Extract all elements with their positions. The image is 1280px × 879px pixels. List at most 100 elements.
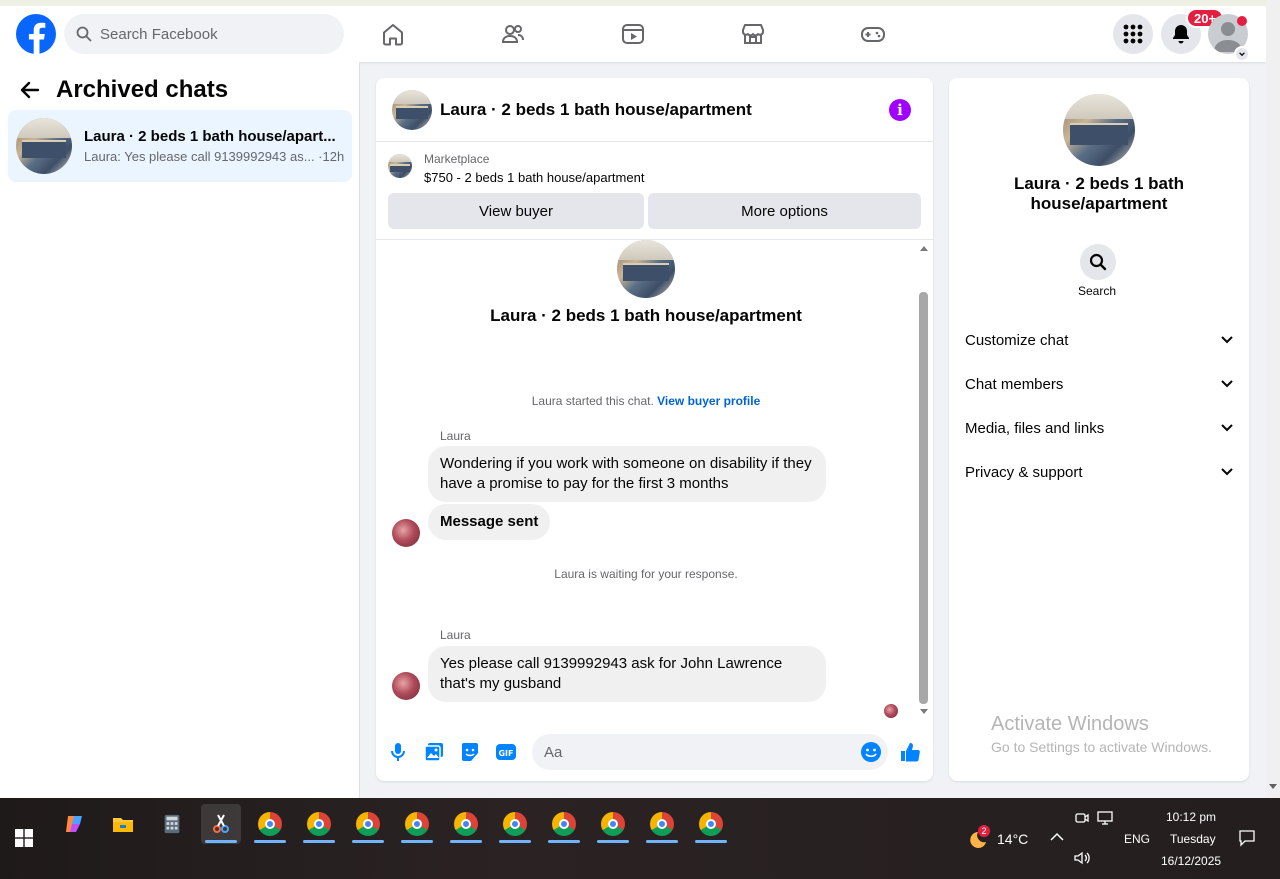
photo-icon[interactable] [422, 740, 446, 764]
language-indicator[interactable]: ENG [1124, 832, 1150, 846]
facebook-logo-icon[interactable] [16, 14, 56, 54]
chrome-profile-icon[interactable] [544, 804, 584, 844]
gaming-icon[interactable] [859, 20, 887, 48]
view-buyer-profile-link[interactable]: View buyer profile [657, 394, 760, 408]
chevron-down-icon [1221, 336, 1233, 344]
chat-members-section[interactable]: Chat members [965, 364, 1233, 404]
listing-mini-thumbnail [388, 154, 412, 178]
message-bubble[interactable]: Wondering if you work with someone on di… [428, 446, 826, 502]
chrome-profile-icon[interactable] [250, 804, 290, 844]
account-chevron-icon[interactable] [1234, 46, 1250, 62]
waiting-notice: Laura is waiting for your response. [554, 567, 738, 581]
sticker-icon[interactable] [458, 740, 482, 764]
search-bar[interactable] [64, 14, 344, 54]
file-explorer-icon[interactable] [103, 804, 143, 844]
chrome-profile-icon[interactable] [495, 804, 535, 844]
volume-icon[interactable] [1073, 850, 1091, 866]
top-navbar: 20+ [0, 0, 1266, 62]
friends-icon[interactable] [499, 20, 527, 48]
scroll-down-icon[interactable] [919, 708, 929, 716]
chrome-profile-icon[interactable] [348, 804, 388, 844]
video-icon[interactable] [619, 20, 647, 48]
header-listing-thumbnail[interactable] [392, 89, 432, 130]
sidebar-header: Archived chats [20, 76, 228, 104]
conversation-panel: Laura · 2 beds 1 bath house/apartment i … [376, 78, 933, 781]
active-app-indicator [205, 840, 237, 843]
chrome-profile-icon[interactable] [397, 804, 437, 844]
menu-grid-button[interactable] [1113, 14, 1153, 54]
chat-scrollbar[interactable] [919, 292, 928, 704]
view-buyer-button[interactable]: View buyer [388, 193, 644, 229]
home-icon[interactable] [379, 20, 407, 48]
svg-text:GIF: GIF [498, 749, 513, 758]
section-label: Chat members [965, 375, 1064, 393]
message-bubble[interactable]: Yes please call 9139992943 ask for John … [428, 646, 826, 702]
section-label: Customize chat [965, 331, 1069, 349]
message-sender: Laura [440, 429, 471, 443]
gif-icon[interactable]: GIF [494, 740, 518, 764]
search-conversation-button[interactable] [1080, 244, 1116, 280]
clock-time[interactable]: 10:12 pm [1166, 810, 1216, 824]
sender-avatar[interactable] [392, 519, 420, 547]
weather-temperature[interactable]: 14°C [997, 831, 1028, 847]
clock-day[interactable]: Tuesday [1170, 832, 1216, 846]
section-label: Privacy & support [965, 463, 1083, 481]
bell-icon [1173, 25, 1189, 44]
message-input[interactable] [532, 734, 888, 770]
chevron-down-icon [1221, 424, 1233, 432]
intro-title: Laura · 2 beds 1 bath house/apartment [490, 306, 802, 325]
listing-thumbnail [16, 118, 72, 174]
chrome-profile-icon[interactable] [446, 804, 486, 844]
seen-receipt-avatar [884, 704, 898, 718]
scroll-up-icon[interactable] [919, 244, 929, 252]
snipping-tool-icon[interactable] [201, 804, 241, 844]
windows-start-icon[interactable] [15, 829, 33, 847]
marketplace-label: Marketplace [424, 152, 490, 166]
network-icon[interactable] [1097, 810, 1115, 826]
meet-camera-icon[interactable] [1074, 810, 1090, 826]
more-options-button[interactable]: More options [648, 193, 921, 229]
search-icon [1089, 253, 1107, 271]
like-thumbs-up-icon[interactable] [898, 740, 922, 764]
microphone-icon[interactable] [386, 740, 410, 764]
chat-item-preview: Laura: Yes please call 9139992943 as... … [84, 149, 345, 164]
page-scrollbar[interactable] [1266, 0, 1280, 798]
copilot-icon[interactable] [54, 804, 94, 844]
details-title: Laura · 2 beds 1 bath house/apartment [1013, 174, 1185, 213]
emoji-icon[interactable] [859, 740, 883, 764]
back-arrow-icon[interactable] [20, 80, 40, 100]
listing-title[interactable]: $750 - 2 beds 1 bath house/apartment [424, 170, 644, 185]
activate-windows-subtitle: Go to Settings to activate Windows. [991, 739, 1212, 755]
info-icon[interactable]: i [889, 99, 911, 121]
page-title: Archived chats [56, 76, 229, 103]
media-files-links-section[interactable]: Media, files and links [965, 408, 1233, 448]
message-sender: Laura [440, 628, 471, 642]
clock-date[interactable]: 16/12/2025 [1161, 854, 1221, 868]
marketplace-listing-card: Marketplace $750 - 2 beds 1 bath house/a… [376, 142, 933, 240]
chevron-up-icon[interactable] [1050, 832, 1064, 842]
message-composer: GIF [376, 732, 933, 772]
chrome-profile-icon[interactable] [691, 804, 731, 844]
privacy-support-section[interactable]: Privacy & support [965, 452, 1233, 492]
calculator-icon[interactable] [152, 804, 192, 844]
chrome-profile-icon[interactable] [593, 804, 633, 844]
conversation-header: Laura · 2 beds 1 bath house/apartment i [376, 78, 933, 142]
customize-chat-section[interactable]: Customize chat [965, 320, 1233, 360]
chat-list-item[interactable]: Laura · 2 beds 1 bath house/apart... Lau… [8, 110, 352, 182]
chrome-profile-icon[interactable] [299, 804, 339, 844]
page-scroll-down-icon[interactable] [1269, 784, 1277, 790]
search-label: Search [1077, 284, 1117, 298]
notification-center-icon[interactable] [1238, 829, 1256, 847]
chat-started-text: Laura started this chat. [531, 394, 658, 408]
conversation-title[interactable]: Laura · 2 beds 1 bath house/apartment [440, 100, 752, 120]
marketplace-icon[interactable] [739, 20, 767, 48]
details-listing-thumbnail[interactable] [1063, 94, 1135, 166]
chat-item-name: Laura · 2 beds 1 bath house/apart... [84, 128, 336, 145]
chrome-profile-icon[interactable] [642, 804, 682, 844]
sender-avatar[interactable] [392, 672, 420, 700]
windows-taskbar: 2 14°C ENG 10:12 pm Tuesday 16/12/2025 [0, 798, 1280, 879]
message-bubble[interactable]: Message sent [428, 504, 551, 540]
search-input[interactable] [100, 25, 320, 43]
grid-icon [1123, 24, 1143, 44]
intro-listing-thumbnail [617, 240, 675, 298]
